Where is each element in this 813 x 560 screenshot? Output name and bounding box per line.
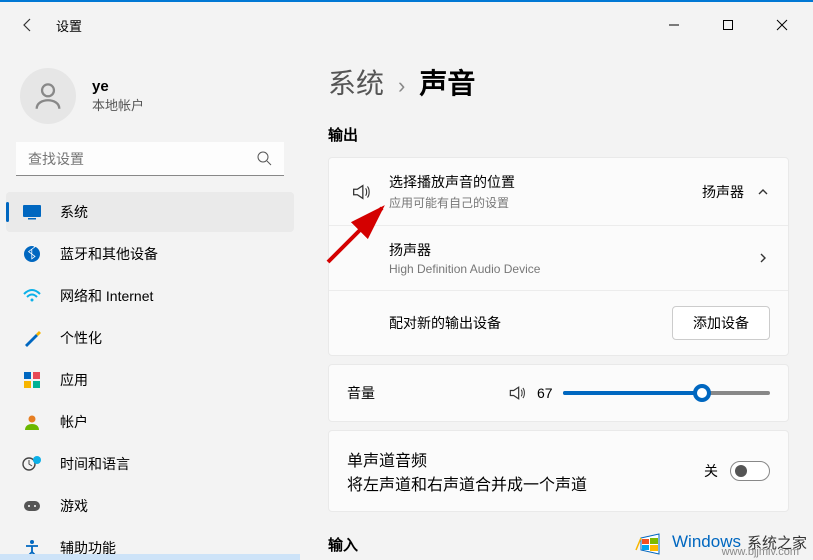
speaker-icon [347,181,375,203]
volume-card: 音量 67 [328,364,789,422]
nav-label: 网络和 Internet [60,286,153,306]
volume-slider[interactable] [563,383,770,403]
back-button[interactable] [8,5,48,45]
slider-thumb[interactable] [693,384,711,402]
nav-network[interactable]: 网络和 Internet [6,276,294,316]
nav-gaming[interactable]: 游戏 [6,486,294,526]
account-icon [20,410,44,434]
taskbar-edge [0,554,300,560]
row-title: 配对新的输出设备 [389,313,672,333]
chevron-up-icon [756,185,770,199]
bluetooth-icon [20,242,44,266]
maximize-button[interactable] [705,9,751,41]
row-subtitle: 将左声道和右声道合并成一个声道 [347,471,704,495]
breadcrumb: 系统 › 声音 [328,62,789,102]
volume-label: 音量 [347,383,507,403]
choose-output-device-row[interactable]: 选择播放声音的位置 应用可能有自己的设置 扬声器 [329,158,788,226]
windows-logo-icon [634,528,666,556]
chevron-right-icon [756,251,770,265]
output-device-card: 选择播放声音的位置 应用可能有自己的设置 扬声器 扬声器 High Defini… [328,157,789,356]
search-input[interactable] [16,142,284,176]
nav-label: 游戏 [60,496,88,516]
minimize-button[interactable] [651,9,697,41]
gaming-icon [20,494,44,518]
system-icon [20,200,44,224]
nav-label: 蓝牙和其他设备 [60,244,158,264]
nav-label: 个性化 [60,328,102,348]
apps-icon [20,368,44,392]
mono-audio-toggle[interactable] [730,461,770,481]
nav-bluetooth[interactable]: 蓝牙和其他设备 [6,234,294,274]
close-button[interactable] [759,9,805,41]
speaker-device-row[interactable]: 扬声器 High Definition Audio Device [329,226,788,291]
nav-label: 应用 [60,370,88,390]
volume-value: 67 [537,385,553,401]
search-icon [256,150,272,166]
row-title: 扬声器 [389,240,756,260]
row-subtitle: High Definition Audio Device [389,262,756,276]
nav-system[interactable]: 系统 [6,192,294,232]
brush-icon [20,326,44,350]
toggle-state-label: 关 [704,461,718,481]
profile-subtitle: 本地帐户 [92,95,144,114]
profile-name: ye [92,78,144,95]
row-title: 选择播放声音的位置 [389,172,702,192]
selected-output-value: 扬声器 [702,182,744,202]
nav-time-language[interactable]: 时间和语言 [6,444,294,484]
nav-label: 系统 [60,202,88,222]
nav-apps[interactable]: 应用 [6,360,294,400]
pair-output-row: 配对新的输出设备 添加设备 [329,291,788,355]
row-title: 单声道音频 [347,447,704,471]
output-section-title: 输出 [328,124,789,145]
nav-label: 时间和语言 [60,454,130,474]
profile-block[interactable]: ye 本地帐户 [0,60,300,142]
nav-label: 帐户 [60,412,88,432]
wifi-icon [20,284,44,308]
chevron-right-icon: › [398,73,405,99]
add-device-button[interactable]: 添加设备 [672,306,770,340]
volume-icon[interactable] [507,383,527,403]
nav-accounts[interactable]: 帐户 [6,402,294,442]
watermark-url: www.bjjmlv.com [722,546,799,558]
row-subtitle: 应用可能有自己的设置 [389,194,702,211]
avatar [20,68,76,124]
clock-globe-icon [20,452,44,476]
nav-personalization[interactable]: 个性化 [6,318,294,358]
breadcrumb-parent[interactable]: 系统 [328,62,384,102]
mono-audio-card: 单声道音频 将左声道和右声道合并成一个声道 关 [328,430,789,512]
page-title: 声音 [419,62,475,102]
window-title: 设置 [56,16,82,35]
